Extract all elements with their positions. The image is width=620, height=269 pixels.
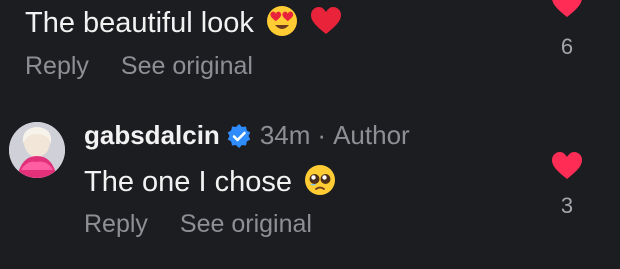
comment-text-content: The one I chose: [84, 166, 292, 198]
avatar-image: [9, 122, 65, 178]
comment-header: gabsdalcin 34m · Author: [84, 120, 410, 151]
see-original-button[interactable]: See original: [180, 210, 312, 239]
comment-text: The beautiful look: [25, 5, 342, 41]
comment-item: gabsdalcin 34m · Author The one I chose …: [0, 112, 620, 252]
comment-item: The beautiful look Reply See original 6: [0, 0, 620, 90]
verified-badge-icon: [227, 123, 251, 148]
see-original-button[interactable]: See original: [121, 52, 253, 81]
like-count: 3: [560, 193, 574, 218]
like-count: 6: [560, 34, 574, 59]
comment-text: The one I chose: [84, 164, 336, 200]
reply-button[interactable]: Reply: [25, 52, 89, 81]
like-heart-icon[interactable]: [552, 152, 582, 179]
username[interactable]: gabsdalcin: [84, 120, 220, 151]
comment-text-content: The beautiful look: [25, 7, 254, 39]
separator-dot: ·: [317, 120, 327, 150]
reply-button[interactable]: Reply: [84, 210, 148, 239]
like-heart-icon[interactable]: [552, 0, 582, 17]
red-heart-emoji-icon: [311, 7, 342, 34]
comment-actions: Reply See original: [25, 52, 253, 81]
heart-eyes-emoji-icon: [267, 6, 297, 36]
avatar[interactable]: [9, 122, 65, 178]
author-label: Author: [333, 120, 410, 150]
timestamp: 34m: [259, 120, 311, 150]
pleading-face-emoji-icon: [305, 165, 336, 195]
comment-actions: Reply See original: [84, 210, 312, 239]
